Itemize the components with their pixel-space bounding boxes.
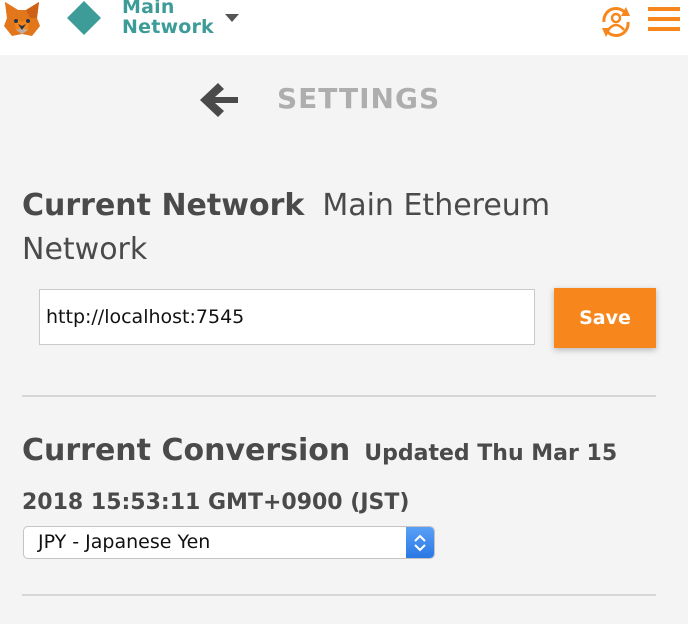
rpc-url-input[interactable] [39,289,535,345]
diamond-icon [67,1,101,35]
currency-select[interactable]: JPY - Japanese Yen [23,526,435,559]
fox-logo-icon[interactable] [2,0,42,40]
save-button[interactable]: Save [554,288,656,348]
hamburger-menu-icon[interactable] [646,4,682,34]
settings-header: SETTINGS [0,74,688,124]
network-dropdown[interactable]: Main Network [64,0,254,40]
current-conversion-label: Current Conversion [22,433,351,468]
chevron-down-icon [225,14,239,22]
network-name: Main Network [122,0,214,38]
divider [22,594,656,596]
current-network-heading: Current Network Main Ethereum Network [22,184,662,272]
arrow-left-icon[interactable] [198,80,240,120]
currency-selected-value: JPY - Japanese Yen [38,531,211,553]
select-arrows-icon [406,527,434,558]
app-header: Main Network [0,0,688,55]
divider [22,395,656,397]
page-title: SETTINGS [277,82,441,115]
current-network-label: Current Network [22,188,305,223]
account-sync-icon[interactable] [596,2,636,42]
current-conversion-heading: Current Conversion Updated Thu Mar 15 201… [22,428,662,526]
